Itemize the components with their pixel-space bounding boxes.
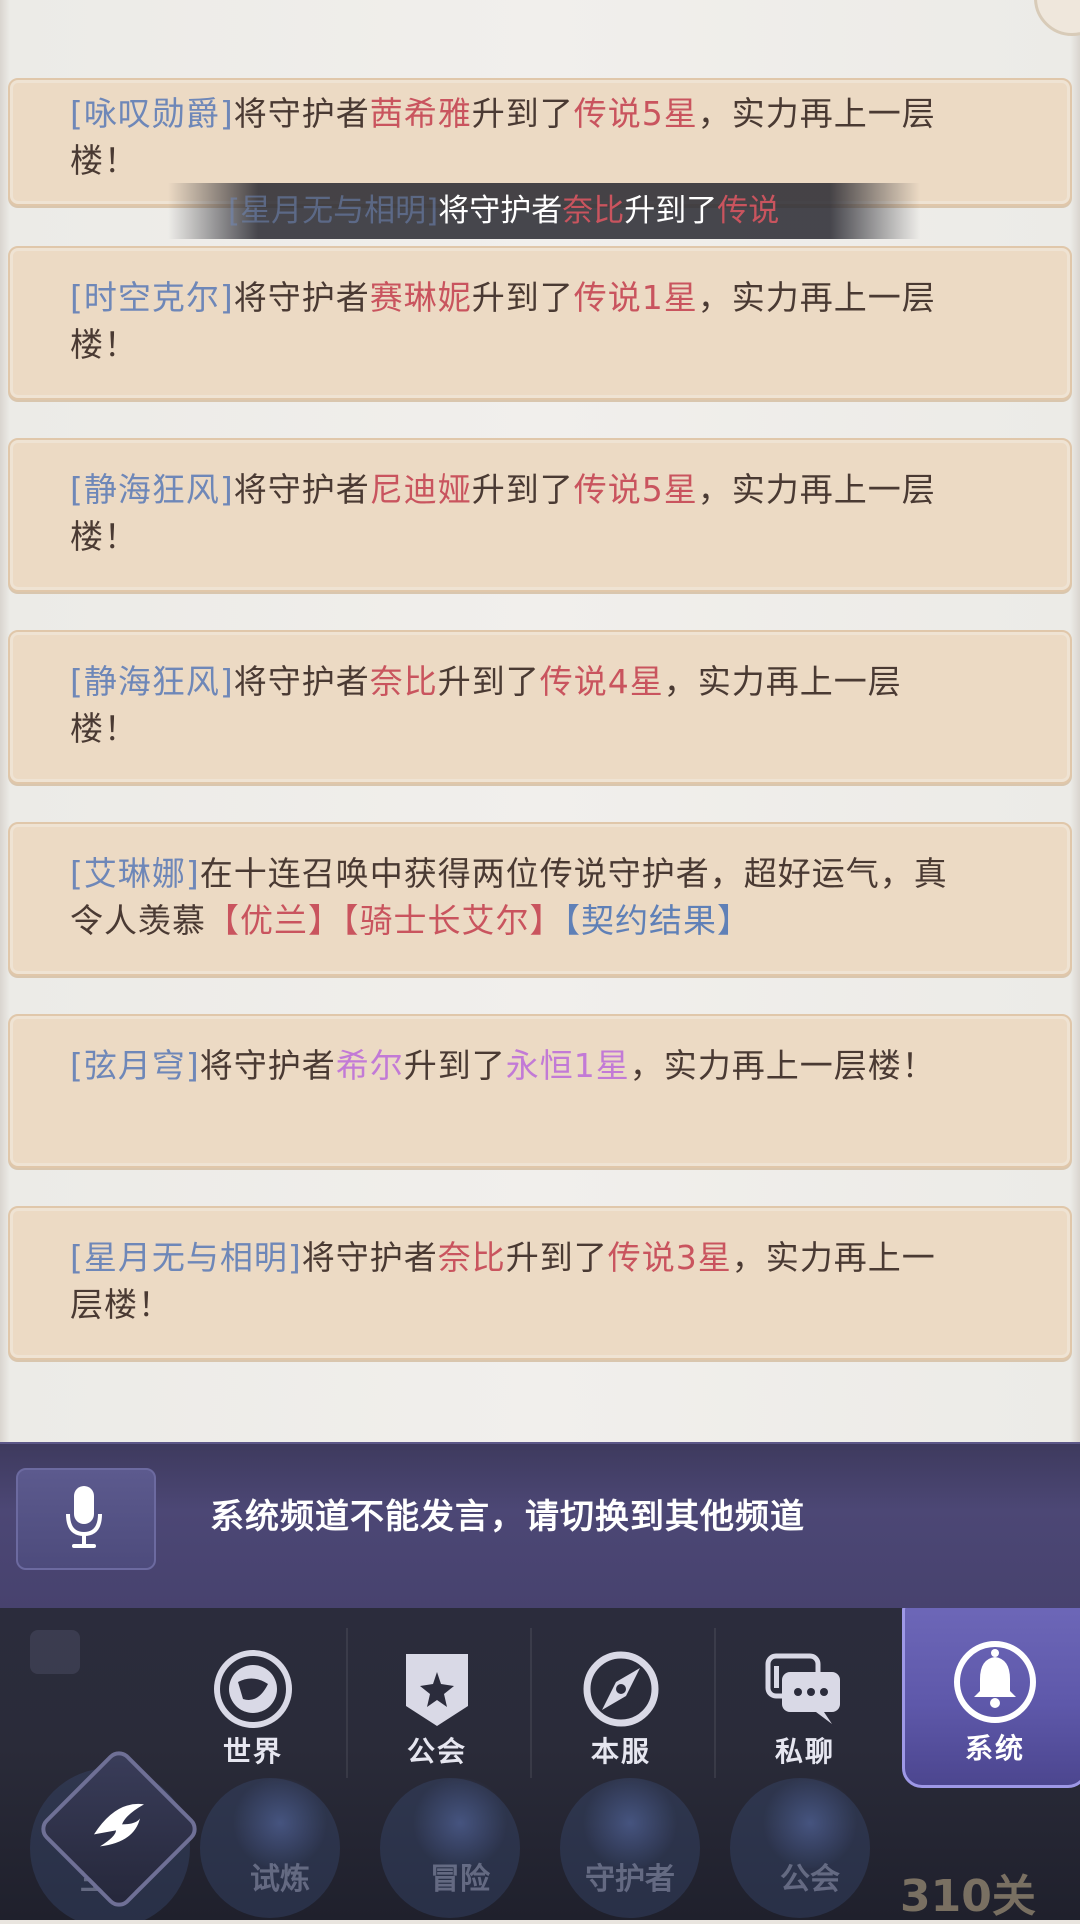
contract-result-link[interactable]: 【契约结果】 xyxy=(564,901,752,940)
system-message: [弦月穹]将守护者希尔升到了永恒1星，实力再上一层楼！ xyxy=(8,1014,1072,1168)
nav-label: 守护者 xyxy=(585,1862,675,1897)
microphone-icon xyxy=(66,1486,102,1548)
nav-label: 公会 xyxy=(780,1862,840,1897)
nav-label: 冒险 xyxy=(430,1862,490,1897)
message-text: 将守护者 xyxy=(233,278,370,317)
hero-rank: 传说1星 xyxy=(573,278,698,317)
message-text: 将守护者 xyxy=(233,470,370,509)
message-text: 升到了 xyxy=(471,470,574,509)
system-message: [艾琳娜]在十连召唤中获得两位传说守护者，超好运气，真令人羡慕【优兰】【骑士长艾… xyxy=(8,822,1072,976)
nav-trial[interactable]: 试炼 xyxy=(220,1758,340,1920)
message-text: 升到了 xyxy=(505,1238,608,1277)
nav-guild[interactable]: 公会 xyxy=(750,1758,870,1920)
hero-link[interactable]: 【优兰】 xyxy=(206,901,342,940)
nav-guardian[interactable]: 守护者 xyxy=(570,1758,690,1920)
ticker-text: 升到了 xyxy=(624,193,718,229)
logo-icon xyxy=(94,1803,144,1847)
hero-name: 赛琳妮 xyxy=(369,278,472,317)
bell-icon xyxy=(954,1641,1036,1723)
hero-rank: 传说5星 xyxy=(573,94,698,133)
nav-adventure[interactable]: 冒险 xyxy=(400,1758,520,1920)
stage-count: 310关 xyxy=(900,1871,1036,1922)
message-text: ，实力再上一层楼！ xyxy=(629,1046,936,1085)
player-name[interactable]: [咏叹勋爵] xyxy=(70,94,234,133)
hero-rank: 传说4星 xyxy=(539,662,664,701)
guild-banner-icon xyxy=(406,1654,468,1726)
ticker-hero: 奈比 xyxy=(562,193,625,229)
hero-name: 茜希雅 xyxy=(369,94,472,133)
hero-link[interactable]: 【骑士长艾尔】 xyxy=(342,901,564,940)
compass-icon xyxy=(583,1651,659,1727)
player-name[interactable]: [静海狂风] xyxy=(70,470,234,509)
player-name[interactable]: [星月无与相明] xyxy=(70,1238,302,1277)
chat-bubble-icon xyxy=(765,1653,840,1724)
hero-name: 奈比 xyxy=(437,1238,506,1277)
player-name[interactable]: [静海狂风] xyxy=(70,662,234,701)
hero-rank: 永恒1星 xyxy=(505,1046,630,1085)
message-text: 将守护者 xyxy=(301,1238,438,1277)
hero-rank: 传说5星 xyxy=(573,470,698,509)
player-name[interactable]: [时空克尔] xyxy=(70,278,234,317)
ticker-player-name: [星月无与相明] xyxy=(228,193,439,229)
corner-ornament xyxy=(1034,0,1080,36)
message-text: 将守护者 xyxy=(233,662,370,701)
nav-label: 试炼 xyxy=(250,1862,310,1897)
system-message: [时空克尔]将守护者赛琳妮升到了传说1星，实力再上一层楼！ xyxy=(8,246,1072,400)
voice-button[interactable] xyxy=(16,1468,156,1570)
hero-name: 希尔 xyxy=(335,1046,404,1085)
message-text: 升到了 xyxy=(471,94,574,133)
message-text: 将守护者 xyxy=(199,1046,336,1085)
globe-icon xyxy=(214,1650,292,1728)
message-text: 将守护者 xyxy=(233,94,370,133)
message-text: 升到了 xyxy=(403,1046,506,1085)
system-message: [静海狂风]将守护者奈比升到了传说4星，实力再上一层楼！ xyxy=(8,630,1072,784)
hero-name: 奈比 xyxy=(369,662,438,701)
system-message: [星月无与相明]将守护者奈比升到了传说3星，实力再上一层楼！ xyxy=(8,1206,1072,1360)
player-name[interactable]: [艾琳娜] xyxy=(70,854,200,893)
player-name[interactable]: [弦月穹] xyxy=(70,1046,200,1085)
message-text: 升到了 xyxy=(437,662,540,701)
channel-notice: 系统频道不能发言，请切换到其他频道 xyxy=(210,1497,805,1537)
hero-rank: 传说3星 xyxy=(607,1238,732,1277)
system-message: [静海狂风]将守护者尼迪娅升到了传说5星，实力再上一层楼！ xyxy=(8,438,1072,592)
ticker-rank: 传说 xyxy=(717,193,780,229)
chat-feed[interactable]: [咏叹勋爵]将守护者茜希雅升到了传说5星，实力再上一层楼！ [星月无与相明]将守… xyxy=(0,0,1080,1442)
broadcast-ticker: [星月无与相明]将守护者奈比升到了传说 xyxy=(168,183,920,239)
ticker-text: 将守护者 xyxy=(438,193,563,229)
message-text: 升到了 xyxy=(471,278,574,317)
hero-name: 尼迪娅 xyxy=(369,470,472,509)
chat-input-bar: 系统频道不能发言，请切换到其他频道 xyxy=(0,1442,1080,1610)
